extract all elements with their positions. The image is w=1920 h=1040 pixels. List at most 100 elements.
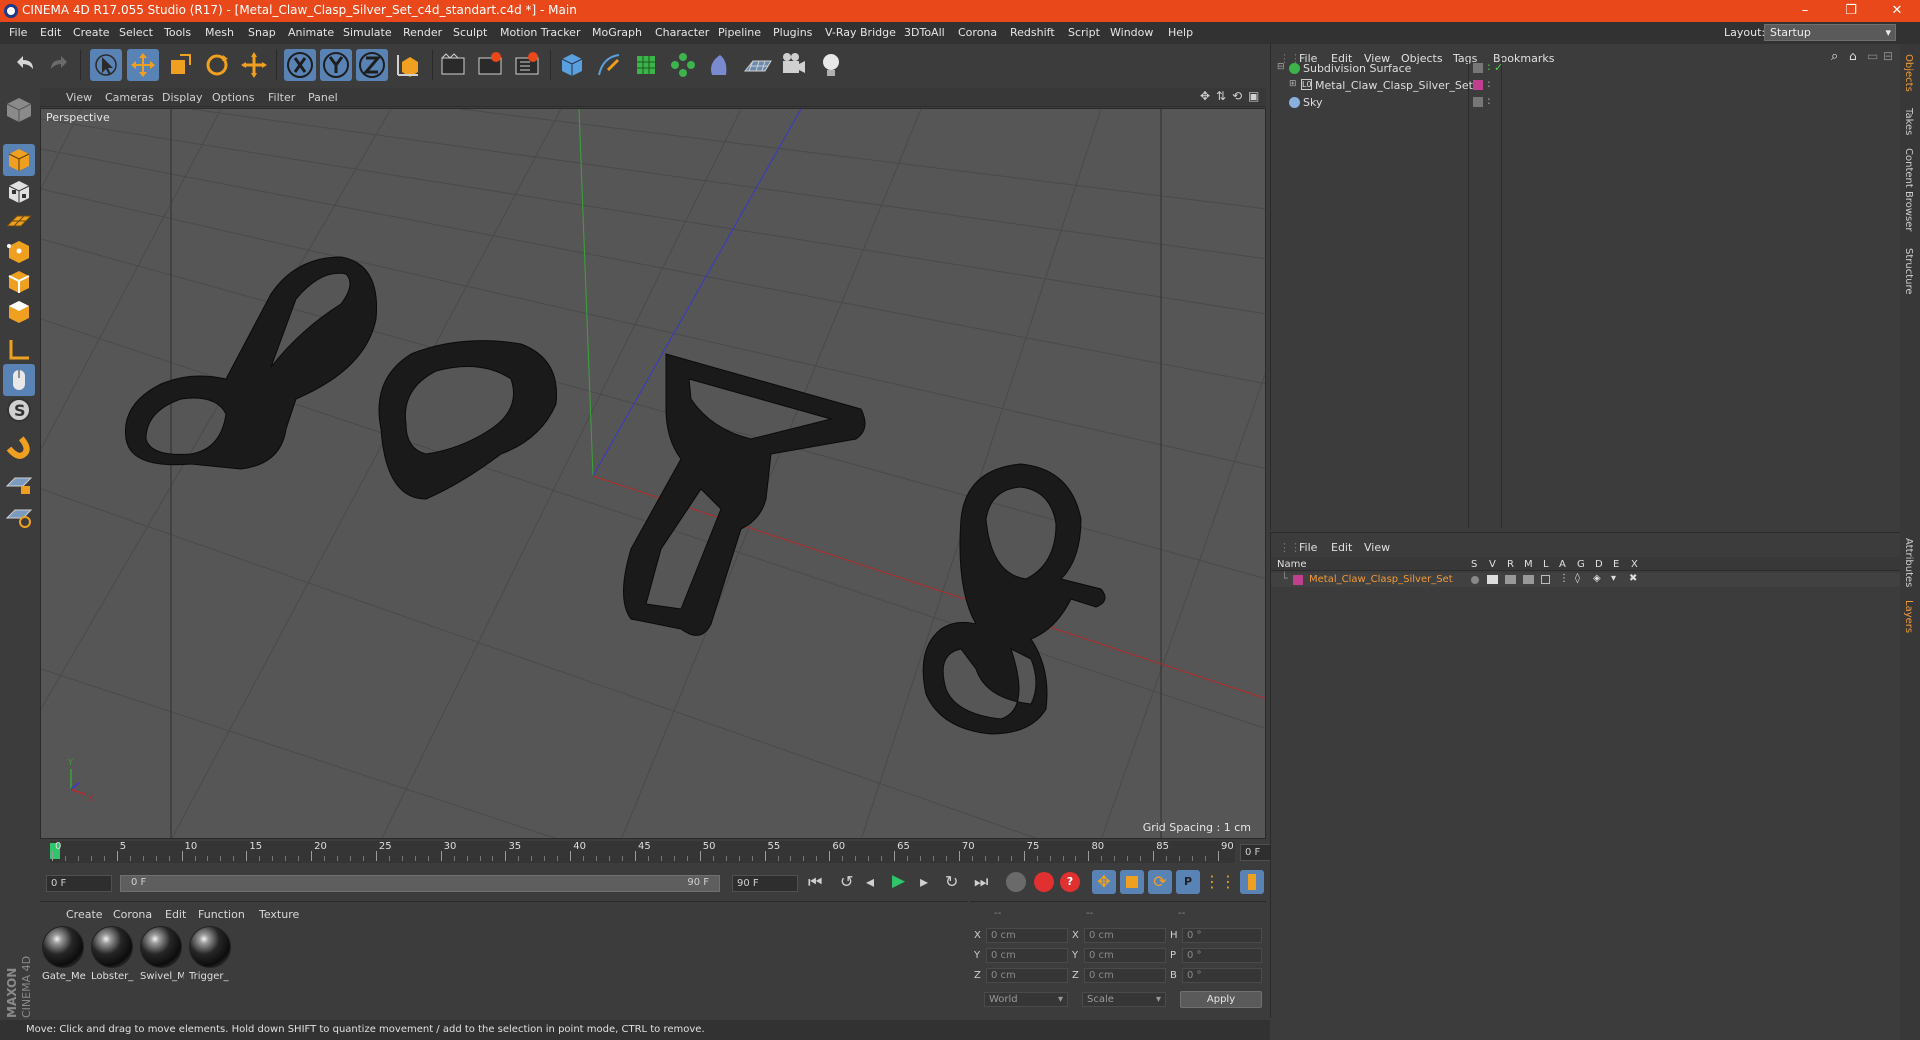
layers-col-deformers[interactable]: D	[1595, 559, 1603, 570]
menu-file[interactable]: File	[9, 26, 27, 39]
pos-y-field[interactable]: 0 cm	[986, 948, 1068, 963]
viewport-dolly-icon[interactable]: ⇅	[1216, 89, 1226, 103]
layers-col-visible[interactable]: V	[1489, 559, 1496, 570]
layers-col-manager[interactable]: M	[1524, 559, 1533, 570]
rot-p-field[interactable]: 0 °	[1182, 948, 1262, 963]
tab-layers[interactable]: Layers	[1903, 600, 1914, 633]
layers-col-generators[interactable]: G	[1577, 559, 1585, 570]
make-editable-icon[interactable]	[3, 94, 35, 126]
pos-z-field[interactable]: 0 cm	[986, 968, 1068, 983]
menu-plugins[interactable]: Plugins	[773, 26, 812, 39]
layer-icon[interactable]	[1473, 63, 1483, 73]
object-name[interactable]: Sky	[1303, 96, 1322, 109]
magnet-icon[interactable]	[3, 430, 35, 462]
menu-mograph[interactable]: MoGraph	[592, 26, 642, 39]
menu-help[interactable]: Help	[1168, 26, 1193, 39]
layout-dropdown[interactable]: Startup ▾	[1764, 24, 1896, 41]
move-icon[interactable]	[127, 49, 159, 81]
next-key-icon[interactable]: ↻	[945, 872, 958, 891]
menu-select[interactable]: Select	[119, 26, 153, 39]
viewport-menu-display[interactable]: Display	[162, 91, 203, 104]
object-name[interactable]: Subdivision Surface	[1303, 62, 1411, 75]
edges-mode-icon[interactable]	[3, 266, 35, 298]
object-row[interactable]: ⊞ L0 Metal_Claw_Clasp_Silver_Set :	[1275, 77, 1897, 94]
light-icon[interactable]	[815, 49, 847, 81]
tab-structure[interactable]: Structure	[1903, 248, 1914, 295]
layers-col-render[interactable]: R	[1507, 559, 1514, 570]
tab-objects[interactable]: Objects	[1903, 54, 1914, 92]
scale-icon[interactable]	[164, 49, 196, 81]
step-forward-icon[interactable]: ▸	[920, 872, 928, 891]
layers-col-solo[interactable]: S	[1471, 559, 1477, 570]
render-picture-viewer-icon[interactable]	[474, 49, 506, 81]
menu-mesh[interactable]: Mesh	[205, 26, 234, 39]
layer-color-swatch[interactable]	[1293, 575, 1303, 585]
enabled-check-icon[interactable]: ✓	[1494, 61, 1503, 74]
size-mode-dropdown[interactable]: Scale ▾	[1082, 992, 1166, 1007]
object-row[interactable]: Sky :	[1275, 94, 1897, 111]
rotate-icon[interactable]	[201, 49, 233, 81]
viewport-menu-filter[interactable]: Filter	[268, 91, 295, 104]
layers-menu-file[interactable]: File	[1299, 541, 1317, 554]
tweak-icon[interactable]	[3, 364, 35, 396]
menu-tools[interactable]: Tools	[164, 26, 191, 39]
menu-vray-bridge[interactable]: V-Ray Bridge	[825, 26, 896, 39]
material-menu-texture[interactable]: Texture	[259, 908, 299, 921]
material-menu-corona[interactable]: Corona	[113, 908, 152, 921]
generator-toggle-icon[interactable]: ◊	[1575, 573, 1580, 584]
record-icon[interactable]	[1034, 872, 1054, 892]
layer-icon[interactable]	[1473, 97, 1483, 107]
menu-simulate[interactable]: Simulate	[343, 26, 392, 39]
material-swatch[interactable]: Gate_Me	[42, 926, 86, 984]
timeline-track[interactable]: 0 5 10 15 20 25 30 35 40 45 50 55 60 65 70 75 80 85 90	[50, 841, 1235, 863]
timeline-ruler[interactable]: 0 5 10 15 20 25 30 35 40 45 50 55 60 65 70 75 80 85 90 0 F	[40, 841, 1304, 865]
object-name[interactable]: Metal_Claw_Clasp_Silver_Set	[1315, 79, 1473, 92]
animation-toggle-icon[interactable]: ⋮	[1559, 573, 1569, 584]
undo-icon[interactable]	[9, 49, 41, 81]
viewport-menu-panel[interactable]: Panel	[308, 91, 338, 104]
viewport-move-icon[interactable]: ✥	[1200, 89, 1210, 103]
end-frame-field[interactable]: 90 F	[732, 875, 798, 892]
play-icon[interactable]: ▶	[892, 871, 905, 891]
material-swatch[interactable]: Swivel_M	[140, 926, 184, 984]
go-to-start-icon[interactable]: ⏮	[808, 872, 822, 892]
visibility-dots-icon[interactable]: :	[1487, 94, 1491, 107]
key-position-icon[interactable]: ✥	[1092, 870, 1116, 894]
tab-takes[interactable]: Takes	[1903, 108, 1914, 135]
visible-toggle-icon[interactable]	[1487, 575, 1498, 584]
expression-toggle-icon[interactable]: ▾	[1611, 573, 1616, 584]
layers-col-expressions[interactable]: E	[1613, 559, 1619, 570]
menu-edit[interactable]: Edit	[40, 26, 61, 39]
solo-toggle[interactable]	[1471, 576, 1479, 584]
step-back-icon[interactable]: ◂	[866, 872, 874, 891]
y-axis-icon[interactable]	[320, 49, 352, 81]
visibility-dots-icon[interactable]: :	[1487, 77, 1491, 90]
layers-menu-edit[interactable]: Edit	[1331, 541, 1352, 554]
panel-grip-icon[interactable]: ⋮⋮	[1279, 541, 1301, 554]
perspective-viewport[interactable]: Y X Perspective Grid Spacing : 1 cm	[40, 108, 1266, 839]
menu-script[interactable]: Script	[1068, 26, 1100, 39]
layer-row[interactable]: └ Metal_Claw_Clasp_Silver_Set ⋮ ◊ ◈ ▾ ✖	[1271, 572, 1901, 587]
deformer-icon[interactable]	[704, 49, 736, 81]
snap-icon[interactable]: S	[3, 394, 35, 426]
expand-icon[interactable]: ⊞	[1289, 79, 1297, 89]
z-axis-icon[interactable]	[356, 49, 388, 81]
size-z-field[interactable]: 0 cm	[1084, 968, 1166, 983]
render-view-icon[interactable]	[437, 49, 469, 81]
menu-animate[interactable]: Animate	[288, 26, 334, 39]
layers-col-name[interactable]: Name	[1277, 559, 1307, 570]
locked-workplane-icon[interactable]	[3, 468, 35, 500]
layers-col-animation[interactable]: A	[1559, 559, 1566, 570]
deformer-toggle-icon[interactable]: ◈	[1593, 573, 1601, 584]
menu-create[interactable]: Create	[73, 26, 110, 39]
apply-button[interactable]: Apply	[1180, 991, 1262, 1008]
polygons-mode-icon[interactable]	[3, 296, 35, 328]
layer-color-swatch[interactable]	[1473, 80, 1483, 90]
key-parameter-icon[interactable]: P	[1176, 870, 1200, 894]
material-menu-create[interactable]: Create	[66, 908, 103, 921]
keyframe-off-icon[interactable]	[1006, 872, 1026, 892]
lock-toggle-icon[interactable]	[1541, 575, 1550, 584]
prev-key-icon[interactable]: ↺	[840, 872, 853, 891]
tab-content-browser[interactable]: Content Browser	[1903, 148, 1914, 231]
go-to-end-icon[interactable]: ⏭	[974, 872, 988, 892]
